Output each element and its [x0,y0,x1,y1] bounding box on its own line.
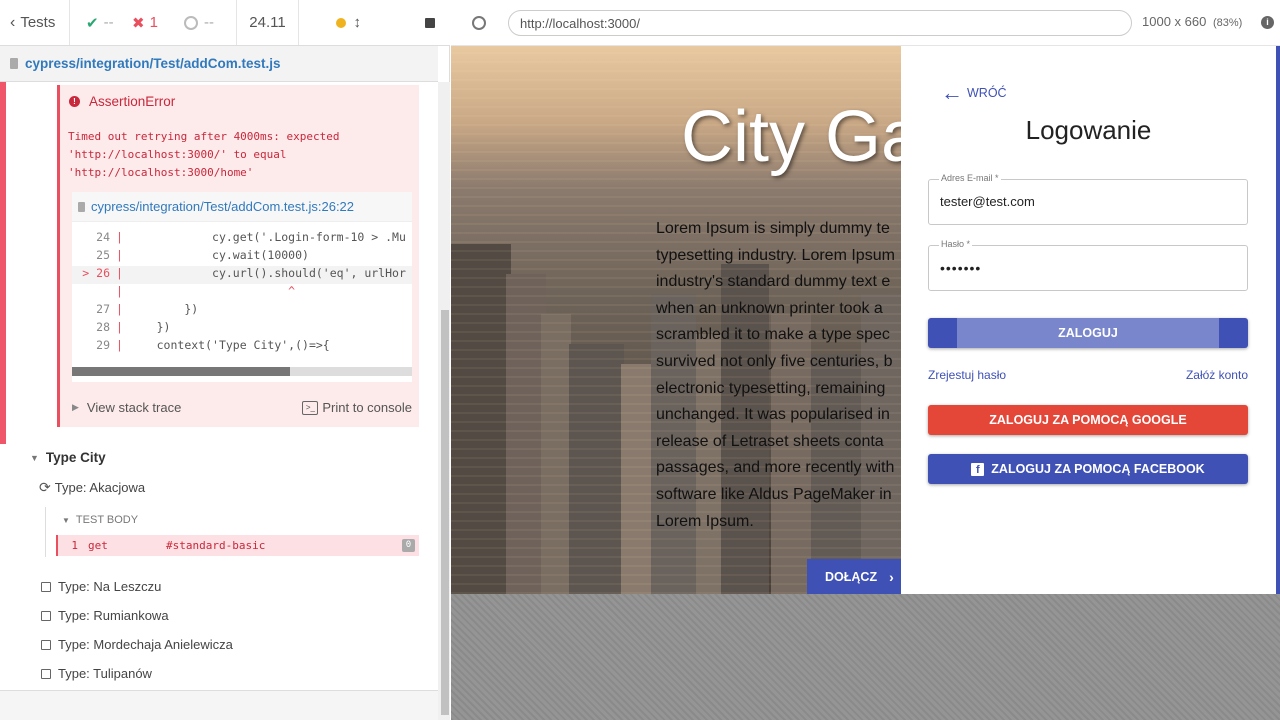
code-line: 27 | }) [96,302,199,316]
file-icon [78,201,85,212]
pending-icon [184,15,198,30]
autoscroll-toggle[interactable]: ↕ [299,0,365,45]
test-item[interactable]: Type: Mordechaja Anielewicza [41,637,233,652]
register-link[interactable]: Załóż konto [1186,368,1248,382]
error-message-line: 'http://localhost:3000/' to equal [68,148,287,161]
pending-checkbox-icon [41,668,51,679]
spec-file-name: cypress/integration/Test/addCom.test.js [25,56,281,71]
facebook-login-button[interactable]: f ZALOGUJ ZA POMOCĄ FACEBOOK [928,454,1248,484]
command-row[interactable]: 1 get #standard-basic 0 [56,535,419,556]
pending-checkbox-icon [41,639,51,650]
info-icon[interactable]: i [1261,16,1274,29]
error-box: ! AssertionError Timed out retrying afte… [57,85,419,427]
runner-topbar: ‹ Tests ✔ -- ✖ 1 -- 24.11 ↕ [0,0,450,46]
error-icon: ! [69,96,80,107]
test-item[interactable]: Type: Na Leszczu [41,579,161,594]
code-line: 28 | }) [96,320,171,334]
x-icon: ✖ [132,14,145,32]
failed-count: ✖ 1 [132,14,158,32]
forgot-password-link[interactable]: Zrejestuj hasło [928,368,1006,382]
email-field[interactable]: Adres E-mail * tester@test.com [928,173,1248,225]
tests-back-button[interactable]: ‹ Tests [0,0,70,45]
password-field[interactable]: Hasło * ••••••• [928,239,1248,291]
passed-count: ✔ -- [86,14,114,32]
scroll-arrows-icon: ↕ [353,14,362,31]
code-file-link[interactable]: cypress/integration/Test/addCom.test.js:… [91,199,354,214]
view-stack-trace-toggle[interactable]: ▶ View stack trace [72,400,181,415]
crosshair-icon [472,16,486,30]
scrollbar-thumb[interactable] [72,367,290,376]
test-body-section: ▼ TEST BODY 1 get #standard-basic 0 [45,507,419,557]
error-message-line: Timed out retrying after 4000ms: expecte… [68,130,340,143]
test-item[interactable]: Type: Rumiankowa [41,608,169,623]
hero-description: Lorem Ipsum is simply dummy te typesettin… [656,220,895,530]
pending-checkbox-icon [41,610,51,621]
tests-label: Tests [20,14,56,31]
selector-playground-button[interactable] [469,13,489,33]
code-line: 24 | cy.get('.Login-form-10 > .Mu [96,230,406,244]
code-frame-header[interactable]: cypress/integration/Test/addCom.test.js:… [72,192,412,222]
terminal-icon: >_ [302,400,319,415]
code-line: 29 | context('Type City',()=>{ [96,338,330,352]
print-to-console-button[interactable]: >_ Print to console [302,400,412,415]
code-frame: 24 | cy.get('.Login-form-10 > .Mu 25 | cy.… [72,222,412,382]
error-title: AssertionError [89,94,176,109]
failed-indicator-bar [0,82,6,444]
login-panel: ← WRÓĆ Logowanie Adres E-mail * tester@t… [901,46,1280,594]
test-runner-panel: ‹ Tests ✔ -- ✖ 1 -- 24.11 ↕ cypress/inte… [0,0,450,720]
refresh-icon: ⟳ [39,479,51,495]
login-title: Logowanie [1025,115,1152,145]
scrollbar-thumb[interactable] [441,310,449,715]
spec-file-bar[interactable]: cypress/integration/Test/addCom.test.js [0,46,438,82]
stop-button[interactable] [365,0,449,45]
google-login-button[interactable]: ZALOGUJ ZA POMOCĄ GOOGLE [928,405,1248,435]
duration: 24.11 [237,0,299,45]
check-icon: ✔ [86,14,99,32]
status-dot-icon [335,17,346,28]
viewport-info: 1000 x 660 (83%) [1142,14,1243,29]
command-badge: 0 [402,539,415,552]
test-item[interactable]: Type: Tulipanów [41,666,152,681]
caret-down-icon: ▼ [30,452,39,463]
error-message-line: 'http://localhost:3000/home' [68,166,254,179]
suite-type-city[interactable]: ▼ Type City [30,450,106,465]
test-body-toggle[interactable]: ▼ TEST BODY [62,514,138,526]
chevron-right-icon: › [889,568,894,585]
aut-header: http://localhost:3000/ 1000 x 660 (83%) … [451,0,1280,46]
pending-checkbox-icon [41,581,51,592]
stop-icon [425,17,435,28]
test-running[interactable]: ⟳ Type: Akacjowa [39,479,145,496]
file-icon [10,58,18,69]
reporter-footer [0,690,438,720]
reporter-scroll-area: ! AssertionError Timed out retrying afte… [0,82,438,690]
arrow-left-icon: ← [941,80,963,105]
aut-viewport: City Ga Lorem Ipsum is simply dummy te ty… [451,46,1280,720]
code-line: 25 | cy.wait(10000) [96,248,309,262]
code-line-caret: | ^ [116,284,296,298]
login-submit-button[interactable]: ZALOGUJ [928,318,1248,348]
pending-count: -- [180,0,237,45]
facebook-icon: f [971,462,985,476]
url-bar[interactable]: http://localhost:3000/ [508,10,1132,36]
caret-down-icon: ▼ [62,515,70,525]
code-horizontal-scrollbar[interactable] [72,367,412,376]
caret-right-icon: ▶ [72,402,79,412]
chevron-left-icon: ‹ [10,13,16,31]
app-frame: City Ga Lorem Ipsum is simply dummy te ty… [451,46,1280,594]
code-line-highlighted: > 26 | cy.url().should('eq', urlHor [72,266,412,284]
back-button[interactable]: ← WRÓĆ [941,80,1007,105]
hero-title: City Ga [681,97,922,177]
join-button[interactable]: DOŁĄCZ › [807,559,901,594]
